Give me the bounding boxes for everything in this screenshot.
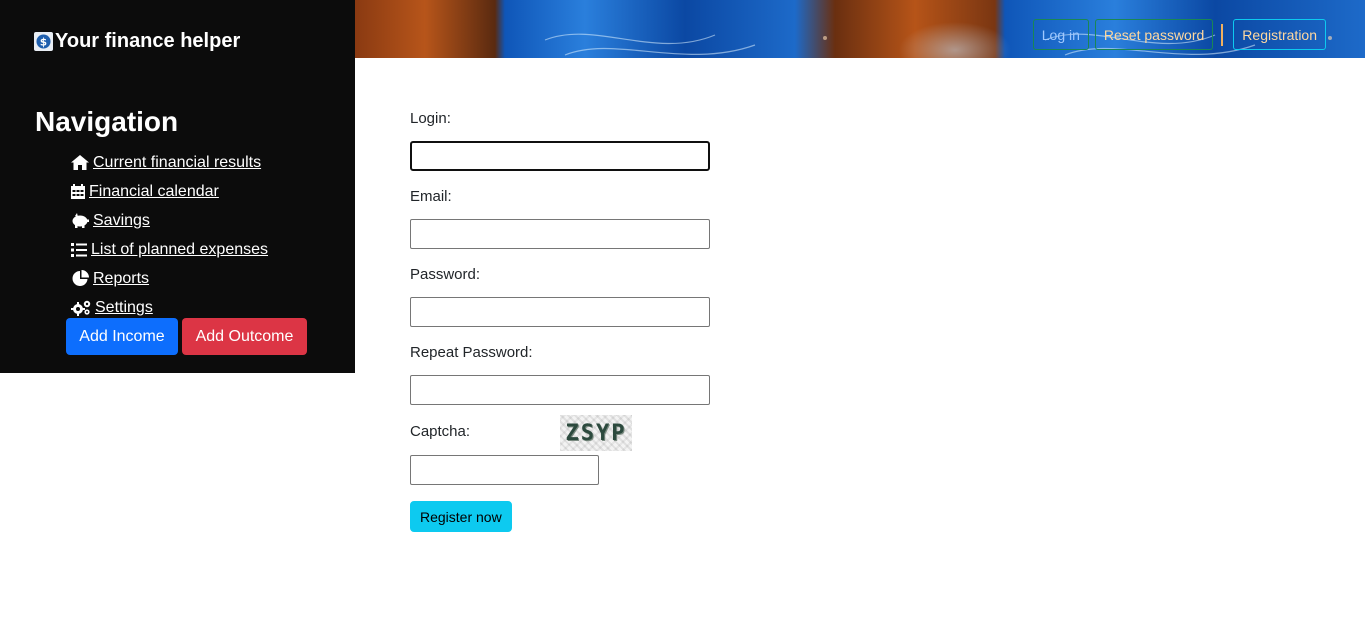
nav-separator [1221,23,1224,46]
navigation-heading: Navigation [35,106,179,137]
nav-item-financial-calendar: Financial calendar [71,177,268,206]
repeat-password-label: Repeat Password: [410,344,533,361]
nav-link-reports[interactable]: Reports [71,270,149,288]
svg-text:$: $ [40,36,47,48]
piggy-bank-icon [71,213,89,229]
login-button[interactable]: Log in [1032,19,1089,50]
registration-button[interactable]: Registration [1233,19,1326,50]
home-icon [71,155,89,171]
sidebar: $ Your finance helper Navigation Current… [0,0,355,373]
password-input[interactable] [410,297,710,327]
nav-item-savings: Savings [71,206,268,235]
nav-link-current-financial-results[interactable]: Current financial results [71,154,261,172]
dollar-coin-icon: $ [34,32,53,51]
login-label: Login: [410,110,451,127]
header-banner: Log in Reset password Registration [355,0,1365,58]
side-action-buttons: Add Income Add Outcome [66,318,307,355]
nav-label: Financial calendar [89,182,219,200]
registration-form: Login: Email: Password: Repeat Password:… [410,110,710,532]
nav-link-planned-expenses[interactable]: List of planned expenses [71,241,268,259]
captcha-row: Captcha: ZSYP [410,413,710,453]
nav-list: Current financial results Financial cale… [71,148,268,322]
email-label: Email: [410,188,452,205]
nav-label: Current financial results [93,153,262,171]
repeat-password-input[interactable] [410,375,710,405]
top-nav: Log in Reset password Registration [1032,19,1326,50]
nav-item-current-financial-results: Current financial results [71,148,268,177]
brand-title: Your finance helper [55,30,241,52]
reset-password-button[interactable]: Reset password [1094,19,1214,50]
login-input[interactable] [410,141,710,171]
nav-item-planned-expenses: List of planned expenses [71,235,268,264]
captcha-image: ZSYP [560,415,632,451]
pie-chart-icon [71,270,89,287]
add-outcome-button[interactable]: Add Outcome [182,318,307,355]
nav-label: Savings [93,211,150,229]
add-income-button[interactable]: Add Income [66,318,178,355]
nav-label: Settings [95,298,153,316]
nav-link-savings[interactable]: Savings [71,212,150,230]
nav-link-settings[interactable]: Settings [71,299,153,317]
nav-link-financial-calendar[interactable]: Financial calendar [71,183,219,201]
list-icon [71,242,87,258]
gears-icon [71,300,91,316]
captcha-input[interactable] [410,455,599,485]
password-label: Password: [410,266,481,283]
calendar-icon [71,184,85,200]
brand[interactable]: $ Your finance helper [34,30,240,53]
nav-label: Reports [93,269,150,287]
register-now-button[interactable]: Register now [410,501,512,532]
captcha-label: Captcha: [410,423,471,440]
nav-item-reports: Reports [71,264,268,293]
email-input[interactable] [410,219,710,249]
nav-label: List of planned expenses [91,240,269,258]
